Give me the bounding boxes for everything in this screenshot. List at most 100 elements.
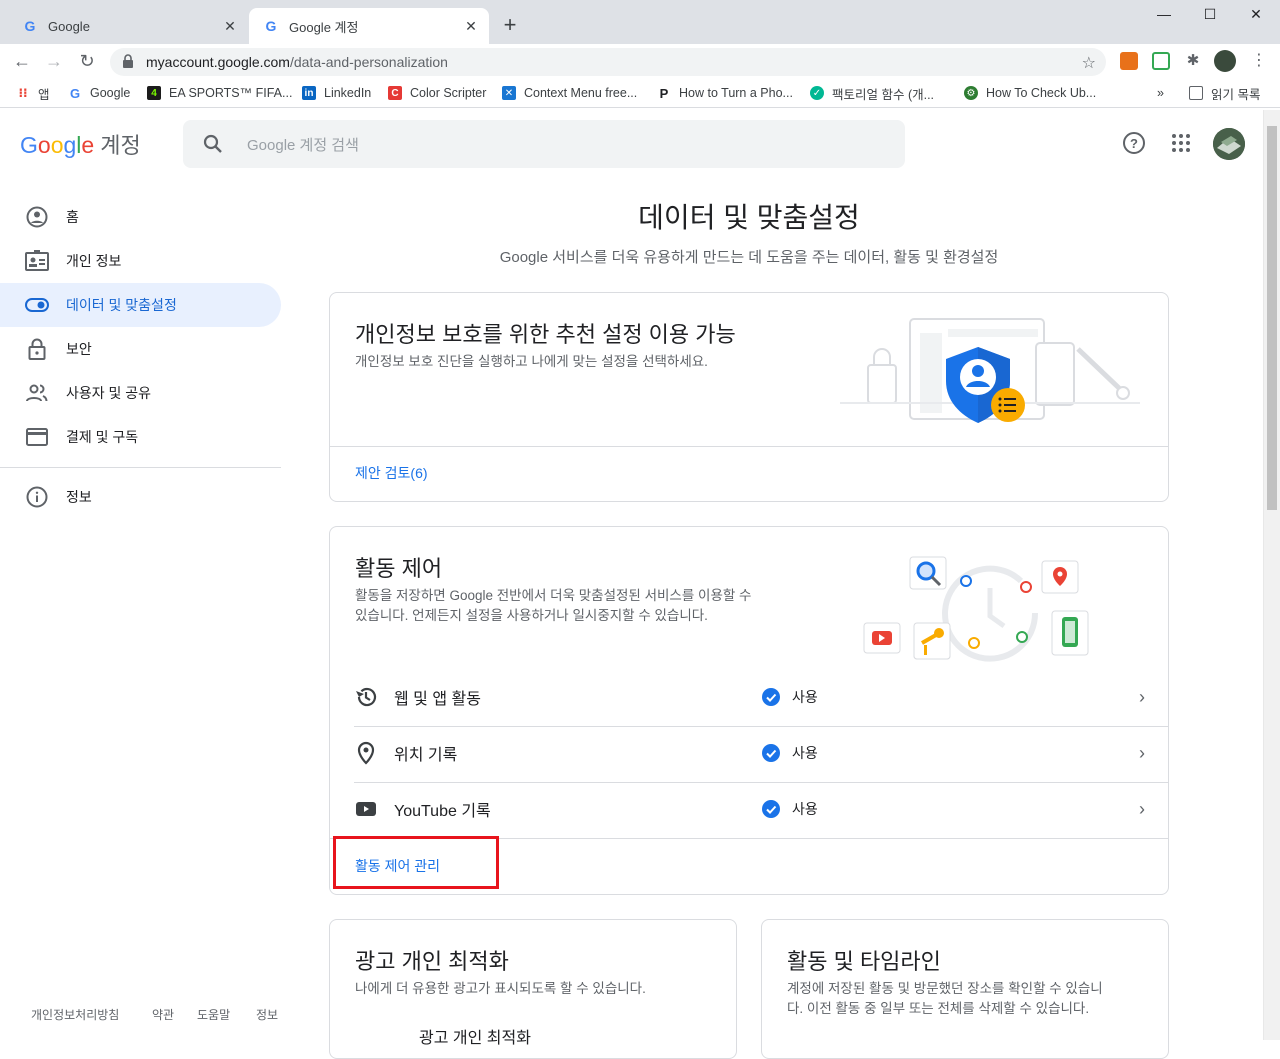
sidebar-item-label: 결제 및 구독 (66, 429, 139, 445)
forward-button[interactable]: → (42, 49, 66, 73)
url-path: /data-and-personalization (289, 54, 448, 70)
logo-account-text: 계정 (100, 133, 141, 158)
close-icon[interactable]: ✕ (222, 18, 238, 34)
sidebar-item-personal-info[interactable]: 개인 정보 (0, 239, 281, 283)
card-title: 개인정보 보호를 위한 추천 설정 이용 가능 (355, 322, 736, 347)
gear-green-icon: ⚙ (964, 86, 978, 100)
factorial-icon: ✓ (810, 86, 824, 100)
address-bar[interactable]: myaccount.google.com/data-and-personaliz… (110, 48, 1106, 76)
reading-list-button[interactable]: 읽기 목록 (1189, 84, 1260, 102)
activity-row-label: 위치 기록 (394, 747, 458, 764)
bookmark-google[interactable]: G Google (68, 84, 130, 102)
ad-personalization-item[interactable]: 광고 개인 최적화 (419, 1024, 531, 1048)
bookmark-color-scripter[interactable]: C Color Scripter (388, 84, 486, 102)
window-close-button[interactable]: ✕ (1233, 6, 1279, 26)
linkedin-icon: in (302, 86, 316, 100)
bookmark-label: EA SPORTS™ FIFA... (169, 86, 293, 100)
bookmark-how-to-turn[interactable]: P How to Turn a Pho... (657, 84, 793, 102)
google-account-logo[interactable]: Google 계정 (20, 128, 141, 160)
privacy-illustration (840, 318, 1140, 423)
bookmark-how-to-check[interactable]: ⚙ How To Check Ub... (964, 84, 1096, 102)
lock-icon (25, 337, 49, 361)
card-description: 개인정보 보호 진단을 실행하고 나에게 맞는 설정을 선택하세요. (355, 354, 708, 369)
credit-card-icon (25, 425, 49, 449)
bookmark-label: Context Menu free... (524, 86, 638, 100)
bookmarks-overflow-button[interactable]: » (1157, 84, 1164, 102)
extension-rss-icon[interactable] (1120, 52, 1138, 70)
bookmark-linkedin[interactable]: in LinkedIn (302, 84, 371, 102)
account-avatar[interactable] (1213, 128, 1245, 160)
bookmarks-bar: ⁝⁝ 앱 G Google 4 EA SPORTS™ FIFA... in Li… (0, 78, 1280, 108)
footer-privacy-link[interactable]: 개인정보처리방침 (31, 1006, 119, 1023)
activity-row-location[interactable]: 위치 기록 사용 › (354, 725, 1169, 781)
review-suggestions-link[interactable]: 제안 검토(6) (355, 463, 428, 483)
maximize-button[interactable]: ☐ (1187, 6, 1233, 26)
bookmark-label: 팩토리얼 함수 (개... (832, 87, 935, 102)
sidebar-item-security[interactable]: 보안 (0, 327, 281, 371)
chevron-right-icon[interactable]: › (1139, 799, 1145, 820)
bookmark-ea-sports[interactable]: 4 EA SPORTS™ FIFA... (147, 84, 292, 102)
activity-status-label: 사용 (792, 689, 818, 705)
tab-title: Google (48, 18, 90, 34)
card-divider (330, 446, 1168, 447)
extension-green-icon[interactable] (1152, 52, 1170, 70)
url-host: myaccount.google.com (146, 54, 290, 70)
search-icon[interactable] (201, 132, 225, 156)
chevron-right-icon[interactable]: › (1139, 743, 1145, 764)
highlight-box (333, 836, 499, 889)
new-tab-button[interactable]: + (498, 14, 522, 38)
chevron-right-icon[interactable]: › (1139, 687, 1145, 708)
activity-status: 사용 (762, 743, 818, 763)
extensions-puzzle-icon[interactable]: ✱ (1184, 52, 1202, 70)
tab-title: Google 계정 (289, 19, 359, 35)
account-search-box[interactable]: Google 계정 검색 (183, 120, 905, 168)
footer-terms-link[interactable]: 약관 (152, 1006, 174, 1023)
profile-avatar[interactable] (1214, 50, 1236, 72)
google-favicon-icon: G (265, 18, 277, 34)
activity-timeline-card: 활동 및 타임라인 계정에 저장된 활동 및 방문했던 장소를 확인할 수 있습… (761, 919, 1169, 1059)
reading-list-label: 읽기 목록 (1211, 87, 1261, 102)
location-pin-icon (354, 741, 378, 765)
activity-row-youtube[interactable]: YouTube 기록 사용 › (354, 781, 1169, 837)
card-title: 활동 및 타임라인 (787, 949, 941, 974)
sidebar-item-home[interactable]: 홈 (0, 195, 281, 239)
tab-strip: G Google ✕ G Google 계정 ✕ + — ☐ ✕ (0, 0, 1280, 44)
bookmark-factorial[interactable]: ✓ 팩토리얼 함수 (개... (810, 84, 934, 102)
sidebar-item-people-sharing[interactable]: 사용자 및 공유 (0, 371, 281, 415)
back-button[interactable]: ← (10, 49, 34, 73)
checkmark-icon (762, 744, 780, 762)
search-placeholder: Google 계정 검색 (247, 136, 359, 154)
sidebar-item-label: 사용자 및 공유 (66, 385, 152, 401)
activity-status-label: 사용 (792, 745, 818, 761)
bookmark-context-menu[interactable]: ✕ Context Menu free... (502, 84, 637, 102)
scrollbar-thumb[interactable] (1267, 126, 1277, 510)
sidebar-item-about[interactable]: 정보 (0, 475, 281, 519)
help-icon[interactable]: ? (1121, 130, 1147, 156)
card-description-line1: 계정에 저장된 활동 및 방문했던 장소를 확인할 수 있습니 (787, 981, 1103, 996)
id-card-icon (25, 249, 49, 273)
page-scrollbar[interactable] (1263, 110, 1280, 1040)
apps-grid-icon: ⁝⁝ (18, 86, 28, 100)
tab-google-account[interactable]: G Google 계정 ✕ (249, 8, 489, 44)
bookmark-apps[interactable]: ⁝⁝ 앱 (16, 84, 50, 102)
footer-help-link[interactable]: 도움말 (197, 1006, 230, 1023)
activity-illustration (863, 556, 1089, 662)
card-title: 광고 개인 최적화 (355, 949, 509, 974)
card-description-line2: 다. 이전 활동 중 일부 또는 전체를 삭제할 수 있습니다. (787, 1001, 1090, 1016)
sidebar-item-data-personalization[interactable]: 데이터 및 맞춤설정 (0, 283, 281, 327)
bookmark-star-icon[interactable]: ☆ (1082, 53, 1096, 73)
bookmark-label: 앱 (38, 87, 50, 102)
toggle-icon (25, 293, 49, 317)
bookmark-label: How to Turn a Pho... (679, 86, 793, 100)
browser-menu-icon[interactable]: ⋮ (1250, 52, 1268, 70)
footer-about-link[interactable]: 정보 (256, 1006, 278, 1023)
ea-icon: 4 (147, 86, 161, 100)
close-icon[interactable]: ✕ (463, 18, 479, 34)
sidebar-item-payments[interactable]: 결제 및 구독 (0, 415, 281, 459)
reload-button[interactable]: ↻ (75, 49, 99, 73)
activity-row-web-app[interactable]: 웹 및 앱 활동 사용 › (354, 669, 1169, 725)
apps-grid-icon[interactable] (1168, 130, 1194, 156)
tab-google[interactable]: G Google ✕ (8, 8, 248, 44)
minimize-button[interactable]: — (1141, 6, 1187, 26)
sidebar-divider (0, 467, 281, 468)
